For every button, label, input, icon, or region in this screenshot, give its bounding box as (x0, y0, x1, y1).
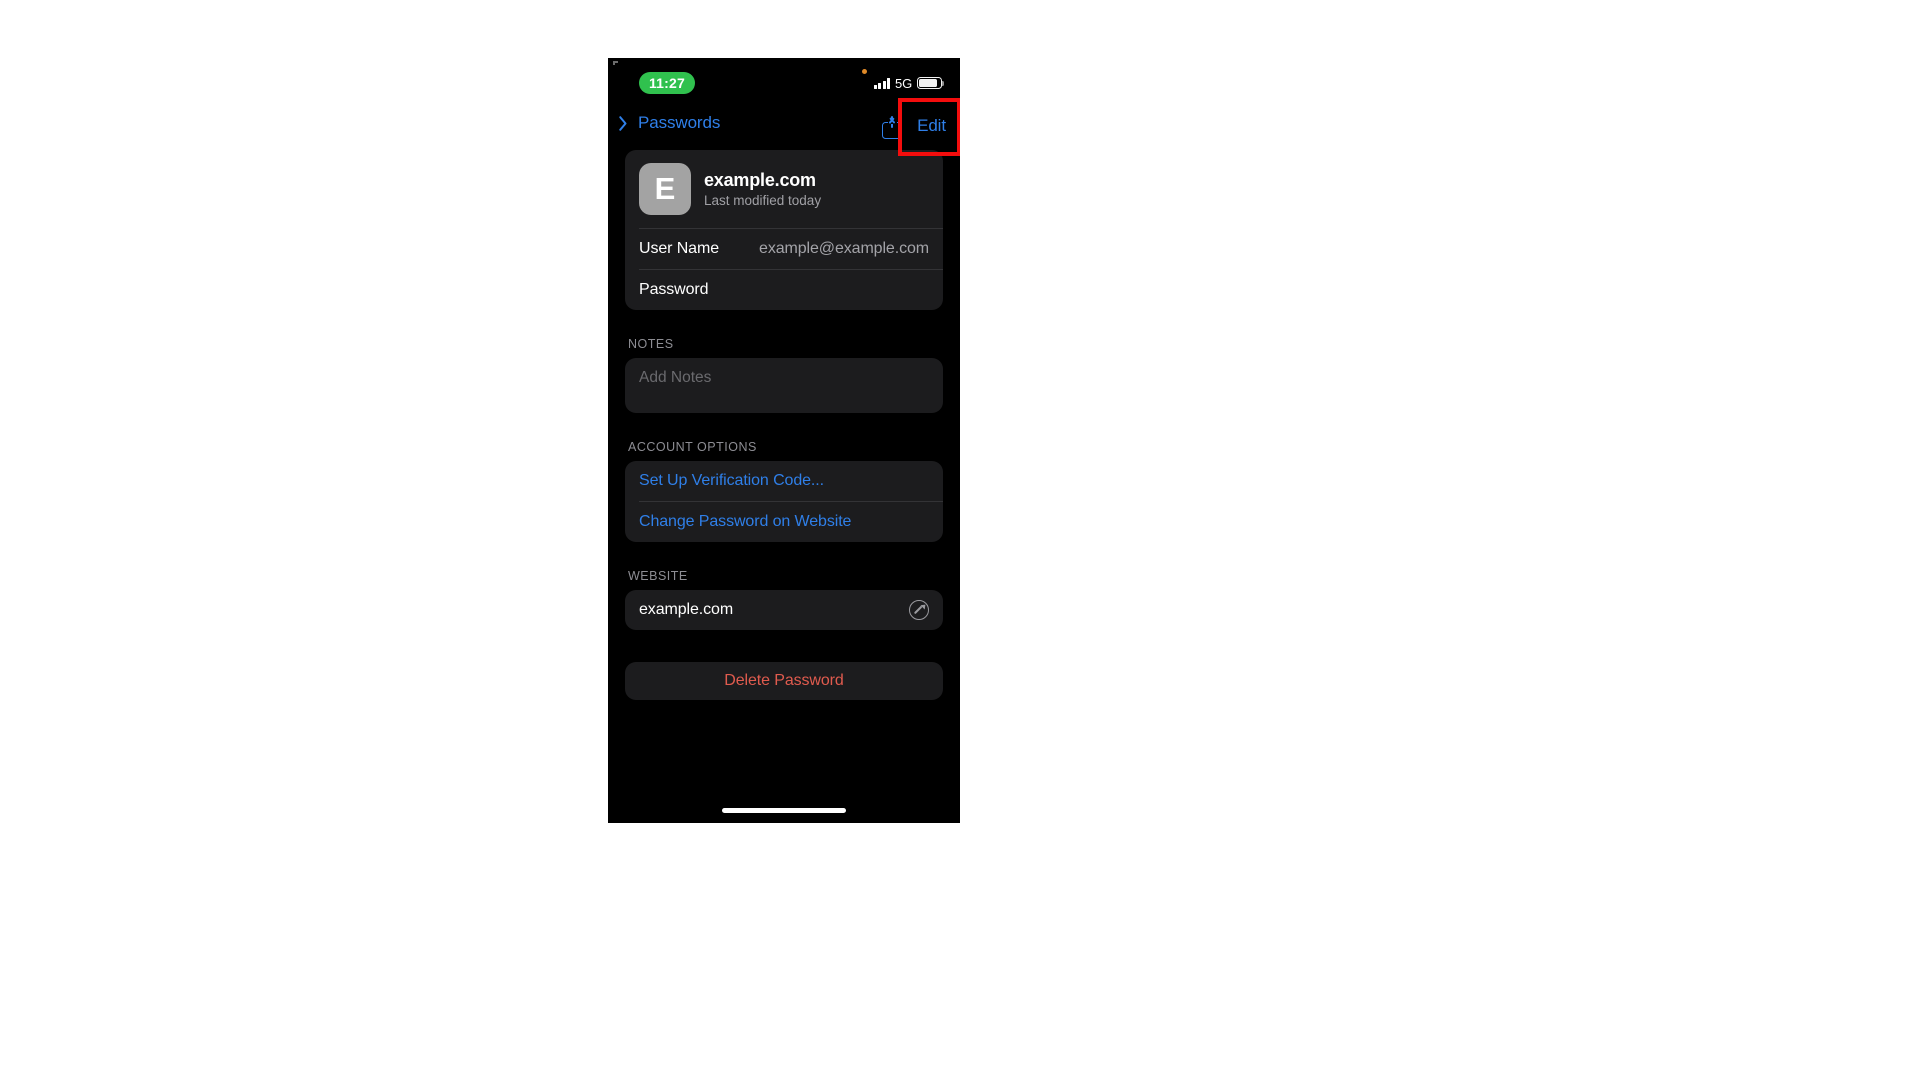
status-bar-indicators: 5G (873, 75, 944, 91)
detail-scroll-view[interactable]: E example.com Last modified today User N… (608, 150, 960, 823)
website-row[interactable]: example.com (625, 590, 943, 630)
credential-card: E example.com Last modified today User N… (625, 150, 943, 310)
account-options-section-title: ACCOUNT OPTIONS (628, 440, 757, 454)
password-label: Password (639, 281, 709, 298)
cellular-signal-icon (873, 78, 891, 89)
change-password-on-website-button[interactable]: Change Password on Website (625, 502, 943, 542)
field-row-username[interactable]: User Name example@example.com (625, 229, 943, 269)
notes-placeholder: Add Notes (639, 369, 712, 386)
set-up-verification-code-label: Set Up Verification Code... (639, 472, 824, 489)
home-indicator[interactable] (722, 808, 846, 813)
phone-screen: 11:27 5G Passwords Edit E example.com La… (608, 58, 960, 823)
notes-section-title: NOTES (628, 337, 674, 351)
edit-button[interactable]: Edit (913, 114, 950, 138)
navigation-bar-actions: Edit (881, 112, 950, 139)
delete-password-label: Delete Password (724, 672, 844, 689)
status-bar-time: 11:27 (639, 72, 695, 94)
username-label: User Name (639, 240, 720, 257)
share-icon[interactable] (881, 112, 903, 139)
safari-compass-icon[interactable] (909, 600, 929, 620)
delete-password-button[interactable]: Delete Password (625, 662, 943, 700)
status-bar: 11:27 5G (608, 58, 960, 106)
chevron-left-icon (620, 114, 633, 133)
account-options-card: Set Up Verification Code... Change Passw… (625, 461, 943, 542)
field-row-password[interactable]: Password (625, 270, 943, 310)
screenshot-canvas: 11:27 5G Passwords Edit E example.com La… (0, 0, 1920, 1080)
site-name: example.com (704, 170, 816, 190)
set-up-verification-code-button[interactable]: Set Up Verification Code... (625, 461, 943, 501)
website-card: example.com (625, 590, 943, 630)
site-avatar: E (639, 163, 691, 215)
change-password-on-website-label: Change Password on Website (639, 513, 852, 530)
back-button[interactable]: Passwords (620, 113, 720, 133)
website-section-title: WEBSITE (628, 569, 688, 583)
site-header: E example.com Last modified today (625, 150, 943, 228)
notes-field[interactable]: Add Notes (625, 358, 943, 413)
battery-icon (917, 76, 944, 89)
website-value: example.com (639, 601, 734, 618)
back-button-label: Passwords (638, 113, 721, 132)
last-modified-label: Last modified today (704, 193, 822, 208)
username-value: example@example.com (759, 240, 929, 257)
network-type-label: 5G (895, 76, 912, 91)
navigation-bar: Passwords Edit (608, 106, 960, 150)
orange-dot-icon (862, 69, 867, 74)
